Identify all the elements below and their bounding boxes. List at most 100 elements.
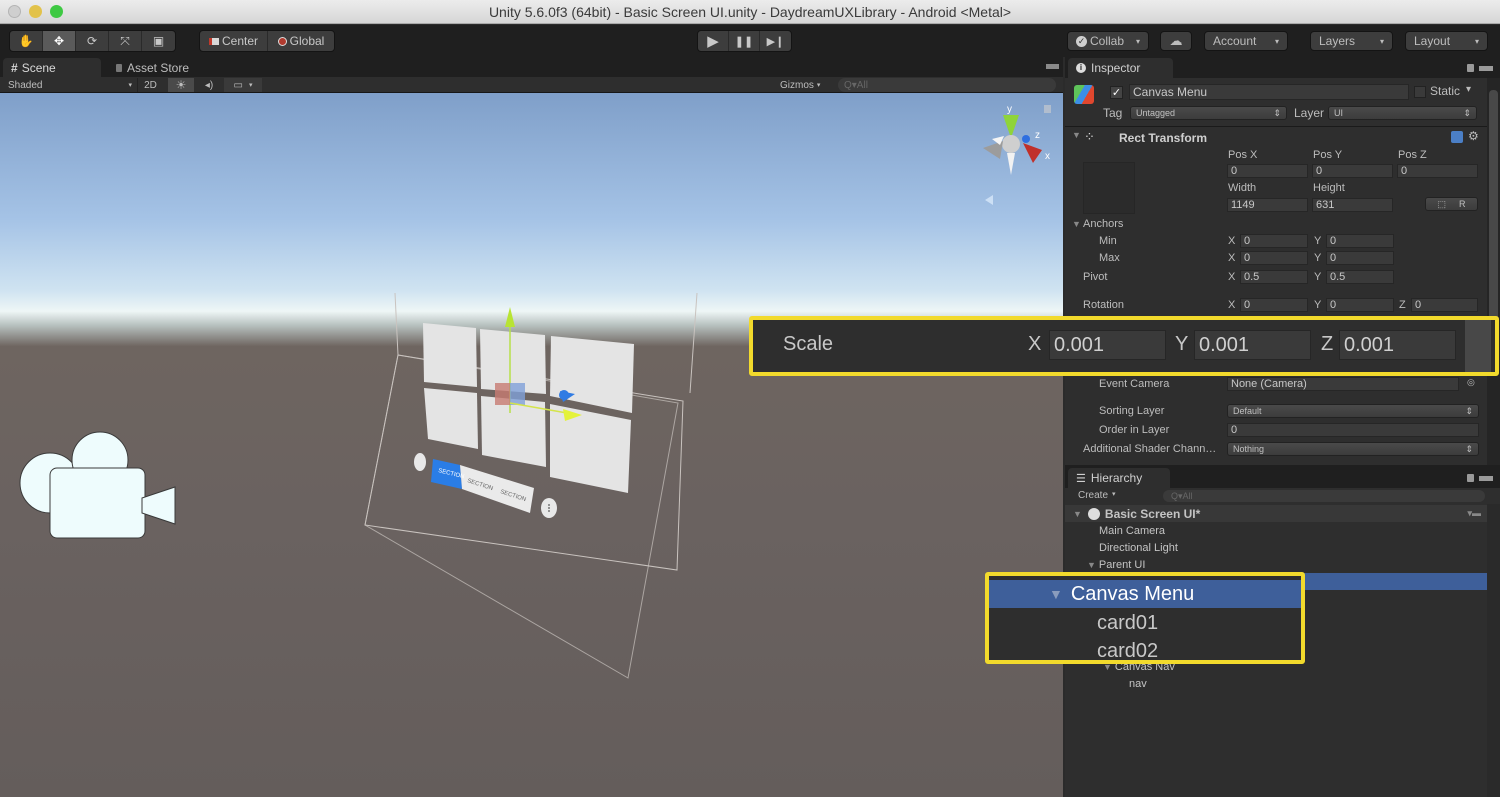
shading-mode-dropdown[interactable]: Shaded ▾ [8, 78, 132, 92]
pivot-label: Pivot [1083, 271, 1108, 283]
inspector-panel: i Inspector ✓ Canvas Menu Static ▾ Tag U… [1065, 57, 1500, 465]
rotation-z-field[interactable]: 0 [1411, 298, 1478, 312]
scene-search-input[interactable]: Q▾All [838, 78, 1056, 92]
width-field[interactable]: 1149 [1227, 198, 1308, 212]
axis-y-label: y [1007, 104, 1012, 115]
step-button[interactable]: ▶❙ [760, 31, 791, 51]
axis-x-label: X [1228, 235, 1236, 247]
main-toolbar: ✋ ✥ ⟳ ⤧ ▣ Center Global ▶ ❚❚ ▶❙ ✓ Collab … [0, 25, 1500, 57]
window-title: Unity 5.6.0f3 (64bit) - Basic Screen UI.… [488, 3, 1012, 20]
anchor-max-x-field[interactable]: 0 [1240, 251, 1308, 265]
anchor-min-y-field[interactable]: 0 [1326, 234, 1394, 248]
panel-menu-icon[interactable] [1046, 64, 1059, 69]
panel-menu-icon[interactable]: ▾▬ [1467, 508, 1481, 519]
scene-root-row[interactable]: ▼ Basic Screen UI* ▾▬ [1065, 505, 1487, 522]
pos-y-field[interactable]: 0 [1312, 164, 1393, 178]
hierarchy-item[interactable]: Directional Light [1065, 539, 1487, 556]
object-picker-icon[interactable]: ◎ [1467, 377, 1475, 388]
hierarchy-item[interactable]: Main Camera [1065, 522, 1487, 539]
raw-edit-button[interactable]: ⬚ R [1425, 197, 1478, 211]
tag-dropdown[interactable]: Untagged ⇕ [1130, 106, 1287, 120]
help-icon[interactable] [1451, 131, 1463, 143]
rect-transform-icon: ⁘ [1084, 129, 1095, 144]
hierarchy-item[interactable]: ▼ Parent UI [1065, 556, 1487, 573]
pivot-center-button[interactable]: Center [200, 31, 268, 51]
tab-hierarchy[interactable]: ☰ Hierarchy [1068, 468, 1170, 488]
shader-channels-dropdown[interactable]: Nothing ⇕ [1227, 442, 1479, 456]
anchor-max-y-field[interactable]: 0 [1326, 251, 1394, 265]
toggle-lighting-button[interactable]: ☀ [168, 78, 194, 92]
close-window-button[interactable] [8, 5, 21, 18]
cloud-button[interactable]: ☁ [1160, 31, 1192, 51]
foldout-arrow-icon[interactable]: ▼ [1073, 509, 1082, 519]
rotate-tool-button[interactable]: ⟳ [76, 31, 109, 51]
inspector-body: ✓ Canvas Menu Static ▾ Tag Untagged ⇕ Lay… [1065, 78, 1487, 465]
object-name-input[interactable]: Canvas Menu [1129, 84, 1409, 100]
height-field[interactable]: 631 [1312, 198, 1393, 212]
static-checkbox[interactable] [1414, 86, 1426, 98]
axis-x-label: X [1228, 252, 1236, 264]
order-in-layer-field[interactable]: 0 [1227, 423, 1479, 437]
layers-label: Layers [1319, 34, 1356, 48]
pivot-x-field[interactable]: 0.5 [1240, 270, 1308, 284]
scale-z-field[interactable]: 0.001 [1339, 330, 1456, 360]
anchor-preset-box[interactable] [1083, 162, 1135, 214]
rotation-y-field[interactable]: 0 [1326, 298, 1394, 312]
scale-tool-button[interactable]: ⤧ [109, 31, 142, 51]
hand-tool-button[interactable]: ✋ [10, 31, 43, 51]
pos-x-field[interactable]: 0 [1227, 164, 1308, 178]
scene-viewport[interactable]: SECTION SECTION SECTION y z x [0, 93, 1063, 797]
tab-asset-store[interactable]: Asset Store [108, 58, 197, 77]
foldout-arrow-icon[interactable]: ▼ [1087, 560, 1096, 570]
hierarchy-scrollbar[interactable] [1487, 504, 1500, 797]
hierarchy-search-input[interactable]: Q▾All [1163, 490, 1485, 502]
static-dropdown[interactable]: ▾ [1466, 84, 1471, 95]
anchors-label: Anchors [1083, 218, 1124, 230]
frame-edge-right [689, 292, 698, 394]
pause-button[interactable]: ❚❚ [729, 31, 760, 51]
layers-dropdown[interactable]: Layers ▾ [1310, 31, 1393, 51]
gear-icon[interactable]: ⚙ [1468, 129, 1479, 143]
sorting-layer-dropdown[interactable]: Default ⇕ [1227, 404, 1479, 418]
lock-icon[interactable] [1467, 474, 1474, 482]
active-checkbox[interactable]: ✓ [1110, 86, 1123, 99]
hierarchy-item[interactable]: nav [1065, 675, 1487, 692]
updown-icon: ⇕ [1273, 107, 1281, 118]
foldout-arrow-icon[interactable]: ▼ [1072, 130, 1081, 140]
collab-label: Collab [1090, 34, 1125, 48]
maximize-window-button[interactable] [50, 5, 63, 18]
anchors-foldout-icon[interactable]: ▼ [1072, 219, 1081, 229]
inspector-scroll-thumb[interactable] [1489, 90, 1498, 340]
panel-menu-icon[interactable] [1479, 476, 1493, 481]
anchor-min-x-field[interactable]: 0 [1240, 234, 1308, 248]
panel-menu-icon[interactable] [1479, 66, 1493, 71]
account-dropdown[interactable]: Account ▾ [1204, 31, 1288, 51]
move-tool-button[interactable]: ✥ [43, 31, 76, 51]
card-06 [550, 404, 631, 493]
layout-dropdown[interactable]: Layout ▾ [1405, 31, 1488, 51]
inspector-scrollbar[interactable] [1487, 78, 1500, 465]
layer-dropdown[interactable]: UI ⇕ [1328, 106, 1477, 120]
tab-inspector[interactable]: i Inspector [1068, 58, 1173, 78]
lock-icon[interactable] [1467, 64, 1474, 72]
rotation-x-field[interactable]: 0 [1240, 298, 1308, 312]
play-button[interactable]: ▶ [698, 31, 729, 51]
gizmos-dropdown[interactable]: Gizmos ▾ [780, 78, 820, 92]
event-camera-field[interactable]: None (Camera) [1227, 377, 1459, 391]
pivot-y-field[interactable]: 0.5 [1326, 270, 1394, 284]
minimize-window-button[interactable] [29, 5, 42, 18]
scale-x-field[interactable]: 0.001 [1049, 330, 1166, 360]
toggle-audio-button[interactable]: ◂) [196, 78, 222, 92]
collab-dropdown[interactable]: ✓ Collab ▾ [1067, 31, 1149, 51]
toggle-2d-button[interactable]: 2D [137, 78, 163, 92]
pivot-global-button[interactable]: Global [268, 31, 334, 51]
hierarchy-item-label: nav [1129, 677, 1147, 690]
create-dropdown[interactable]: Create ▾ [1078, 490, 1116, 501]
scale-y-field[interactable]: 0.001 [1194, 330, 1311, 360]
tab-scene[interactable]: # Scene [3, 58, 101, 77]
effects-dropdown[interactable]: ▭ ▾ [224, 78, 262, 92]
pos-z-field[interactable]: 0 [1397, 164, 1478, 178]
orientation-gizmo [983, 115, 1042, 175]
rect-tool-button[interactable]: ▣ [142, 31, 175, 51]
scale-callout-scroll-thumb [1465, 320, 1491, 372]
